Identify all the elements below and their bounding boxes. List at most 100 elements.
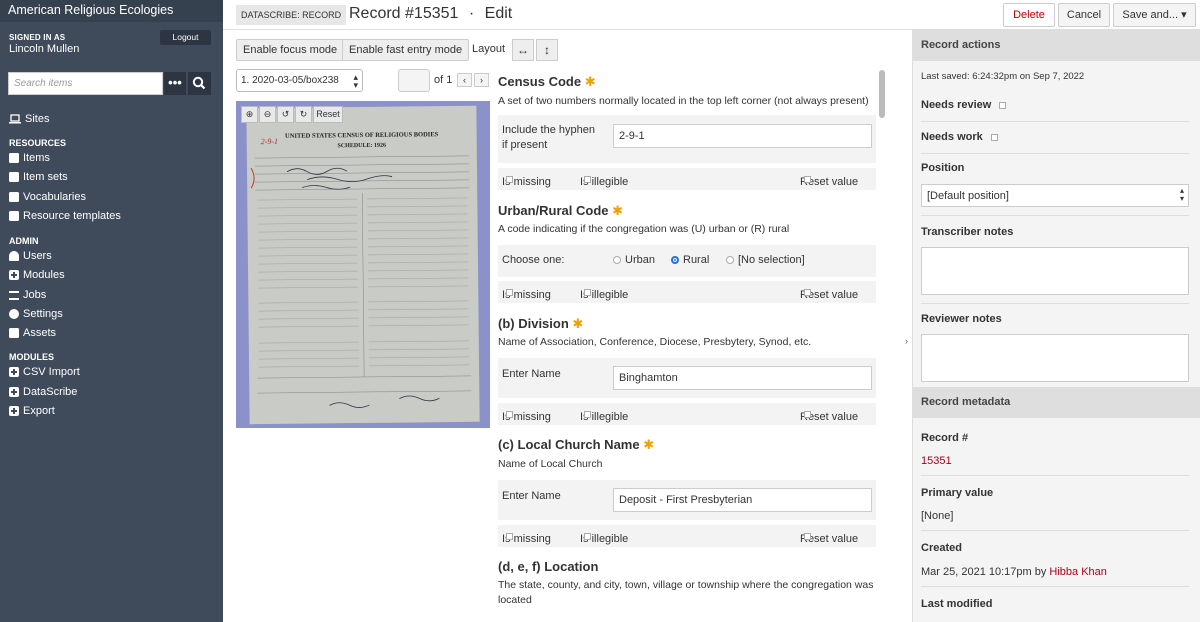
nav-export[interactable]: Export	[9, 405, 55, 417]
last-modified-label: Last modified	[921, 598, 993, 610]
laptop-icon	[9, 114, 21, 124]
nav-assets[interactable]: Assets	[9, 327, 56, 339]
radio-no-selection[interactable]: [No selection]	[726, 254, 805, 266]
document-lines: UNITED STATES CENSUS OF RELIGIOUS BODIES…	[250, 131, 472, 408]
field-title-text: (c) Local Church Name	[498, 437, 640, 452]
image-viewer[interactable]: UNITED STATES CENSUS OF RELIGIOUS BODIES…	[236, 101, 490, 428]
needs-work-label: Needs work	[921, 131, 983, 143]
search-input[interactable]: Search items	[8, 72, 163, 95]
page-title: Record #15351 · Edit	[349, 5, 512, 23]
last-saved: Last saved: 6:24:32pm on Sep 7, 2022	[921, 71, 1085, 82]
nav-csv-import[interactable]: CSV Import	[9, 366, 80, 378]
nav-item-sets[interactable]: Item sets	[9, 171, 68, 183]
next-page-button[interactable]: ›	[474, 73, 489, 87]
layout-horizontal-button[interactable]: ↔	[512, 39, 534, 61]
cube-icon	[9, 153, 19, 163]
field-title-location: (d, e, f) Location	[498, 559, 599, 574]
rotate-right-icon: ↻	[299, 109, 308, 119]
book-icon	[9, 192, 19, 202]
nav-item-sets-label: Item sets	[23, 171, 68, 183]
focus-mode-button[interactable]: Enable focus mode	[236, 39, 345, 61]
prev-page-button[interactable]: ‹	[457, 73, 472, 87]
nav-items[interactable]: Items	[9, 152, 50, 164]
census-code-input[interactable]: 2-9-1	[613, 124, 872, 148]
needs-work-checkbox[interactable]: Needs work	[921, 131, 998, 143]
primary-value-label: Primary value	[921, 487, 994, 499]
select-arrows-icon: ▴ ▾	[353, 72, 358, 90]
nav-settings-label: Settings	[23, 308, 63, 320]
division-input[interactable]: Binghamton	[613, 366, 872, 390]
required-star-icon: ✱	[643, 437, 655, 452]
zoom-out-button[interactable]: ⊖	[259, 106, 276, 123]
reset-view-button[interactable]: Reset	[313, 106, 343, 123]
nav-resource-templates[interactable]: Resource templates	[9, 210, 121, 222]
form-scrollbar[interactable]	[879, 70, 885, 118]
zoom-in-icon: ⊕	[245, 109, 254, 119]
edit-icon	[9, 211, 19, 221]
image-select[interactable]: 1. 2020-03-05/box238 ▴ ▾	[236, 69, 363, 92]
cubes-icon	[9, 172, 19, 182]
fast-entry-button[interactable]: Enable fast entry mode	[342, 39, 470, 61]
reviewer-notes-label: Reviewer notes	[921, 313, 1002, 325]
nav-datascribe[interactable]: DataScribe	[9, 386, 77, 398]
position-select[interactable]: [Default position] ▴ ▾	[921, 184, 1189, 207]
field-box-division: Enter Name Binghamton	[498, 358, 876, 398]
zoom-in-button[interactable]: ⊕	[241, 106, 258, 123]
nav-modules[interactable]: Modules	[9, 269, 65, 281]
field-desc-location: The state, county, and city, town, villa…	[498, 579, 874, 606]
doc-schedule: SCHEDULE: 1926	[337, 143, 386, 150]
zoom-out-icon: ⊖	[263, 109, 272, 119]
users-icon	[9, 251, 19, 261]
page-header: DATASCRIBE: RECORD Record #15351 · Edit …	[223, 0, 1200, 30]
position-value: [Default position]	[927, 190, 1009, 202]
nav-jobs-label: Jobs	[23, 289, 47, 301]
save-and-button[interactable]: Save and... ▾	[1113, 3, 1196, 27]
modules-heading: MODULES	[9, 352, 54, 362]
field-title-census-code: Census Code ✱	[498, 74, 596, 90]
field-label-urban-rural: Choose one:	[502, 254, 565, 266]
census-document-image: UNITED STATES CENSUS OF RELIGIOUS BODIES…	[246, 105, 480, 425]
radio-rural-label: Rural	[683, 254, 710, 266]
search-button[interactable]	[188, 72, 211, 95]
nav-settings[interactable]: Settings	[9, 308, 63, 320]
nav-vocabularies[interactable]: Vocabularies	[9, 191, 86, 203]
page-number-input[interactable]	[398, 69, 430, 92]
layout-vertical-button[interactable]: ↕	[536, 39, 558, 61]
field-box-local-church: Enter Name Deposit - First Presbyterian	[498, 480, 876, 520]
search-icon	[192, 76, 206, 90]
nav-sites[interactable]: Sites	[9, 113, 49, 125]
user-name[interactable]: Lincoln Mullen	[9, 43, 79, 55]
field-box-urban-rural: Choose one: Urban Rural [No selection]	[498, 245, 876, 277]
doc-code: 2-9-1	[261, 137, 278, 146]
search-options-button[interactable]: •••	[164, 72, 186, 95]
rotate-left-button[interactable]: ↺	[277, 106, 294, 123]
collapse-sidebar-icon[interactable]: ›	[905, 336, 908, 346]
reviewer-notes-textarea[interactable]	[921, 334, 1189, 382]
rotate-right-button[interactable]: ↻	[295, 106, 312, 123]
primary-value: [None]	[921, 510, 954, 522]
transcriber-notes-textarea[interactable]	[921, 247, 1189, 295]
radio-rural[interactable]: Rural	[671, 254, 709, 266]
nav-resource-templates-label: Resource templates	[23, 210, 121, 222]
needs-review-checkbox[interactable]: Needs review	[921, 99, 1007, 111]
nav-assets-label: Assets	[23, 327, 57, 339]
delete-button[interactable]: Delete	[1003, 3, 1055, 27]
radio-urban[interactable]: Urban	[613, 254, 655, 266]
nav-users-label: Users	[23, 250, 52, 262]
field-label-local-church: Enter Name	[502, 490, 561, 502]
nav-jobs[interactable]: Jobs	[9, 289, 46, 301]
puzzle-icon	[9, 270, 19, 280]
field-desc-urban-rural: A code indicating if the congregation wa…	[498, 223, 790, 235]
record-number-link[interactable]: 15351	[921, 455, 952, 467]
field-title-division: (b) Division ✱	[498, 316, 583, 332]
radio-no-selection-label: [No selection]	[738, 254, 805, 266]
logout-button[interactable]: Logout	[160, 30, 211, 45]
cancel-button[interactable]: Cancel	[1058, 3, 1110, 27]
field-title-text: Census Code	[498, 74, 582, 89]
local-church-input[interactable]: Deposit - First Presbyterian	[613, 488, 872, 512]
created-by-link[interactable]: Hibba Khan	[1049, 566, 1107, 578]
nav-sites-label: Sites	[25, 113, 50, 125]
field-box-census-code: Include the hyphen if present 2-9-1	[498, 115, 876, 163]
nav-users[interactable]: Users	[9, 250, 52, 262]
site-title[interactable]: American Religious Ecologies	[0, 0, 223, 22]
